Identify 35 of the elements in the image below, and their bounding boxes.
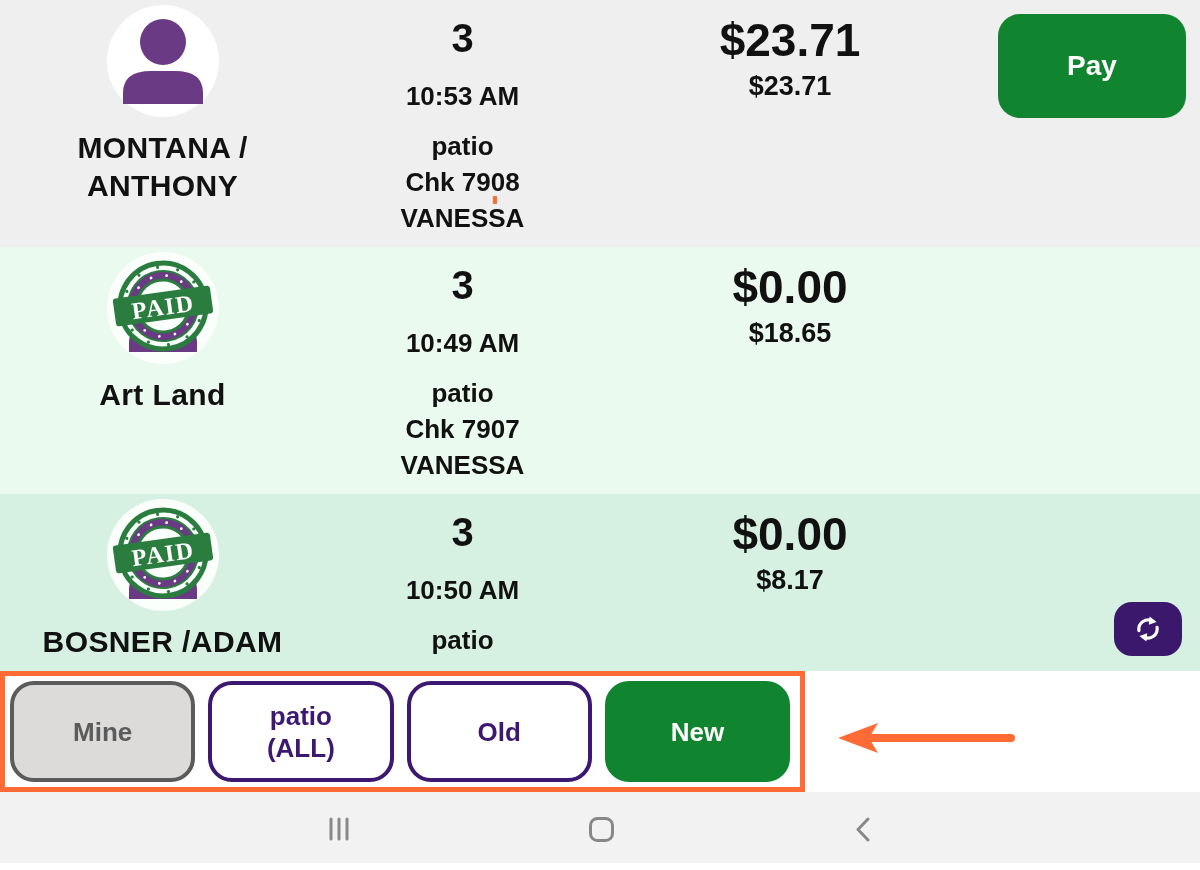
check-total: $8.17: [756, 564, 824, 597]
customer-name: Art Land: [99, 377, 226, 413]
guest-count: 3: [451, 510, 474, 554]
paid-stamp: PAID: [106, 252, 219, 364]
filter-button[interactable]: patio (ALL): [208, 681, 394, 782]
order-time: 10:53 AM: [405, 80, 520, 113]
guest-count: 3: [451, 263, 474, 307]
area-label: patio: [431, 130, 494, 163]
filter-button[interactable]: New: [604, 681, 790, 782]
pay-button[interactable]: Pay: [998, 14, 1186, 118]
filter-button[interactable]: Old: [406, 681, 592, 782]
back-icon[interactable]: [855, 817, 871, 842]
filter-button[interactable]: Mine: [10, 681, 196, 782]
check-number: Chk 7907: [405, 416, 520, 442]
balance-due: $0.00: [732, 261, 848, 313]
customer-name: MONTANA / ANTHONY: [76, 130, 249, 204]
area-label: patio: [431, 624, 494, 657]
cursor-mark: [493, 196, 497, 204]
check-number: Chk 7908: [405, 169, 520, 195]
refresh-button[interactable]: [1114, 602, 1182, 656]
customer-name: BOSNER /ADAM: [42, 624, 283, 660]
server-name: VANESSA: [400, 205, 525, 231]
server-name: VANESSA: [400, 452, 525, 478]
balance-due: $0.00: [732, 508, 848, 560]
arrow-icon: [838, 721, 1016, 755]
guest-count: 3: [451, 16, 474, 60]
home-icon[interactable]: [589, 817, 614, 842]
order-time: 10:50 AM: [405, 574, 520, 607]
paid-stamp: PAID: [106, 499, 219, 611]
check-total: $18.65: [748, 317, 832, 350]
check-total: $23.71: [748, 70, 832, 103]
balance-due: $23.71: [719, 14, 861, 66]
recents-icon[interactable]: [329, 817, 349, 841]
area-label: patio: [431, 377, 494, 410]
order-time: 10:49 AM: [405, 327, 520, 360]
